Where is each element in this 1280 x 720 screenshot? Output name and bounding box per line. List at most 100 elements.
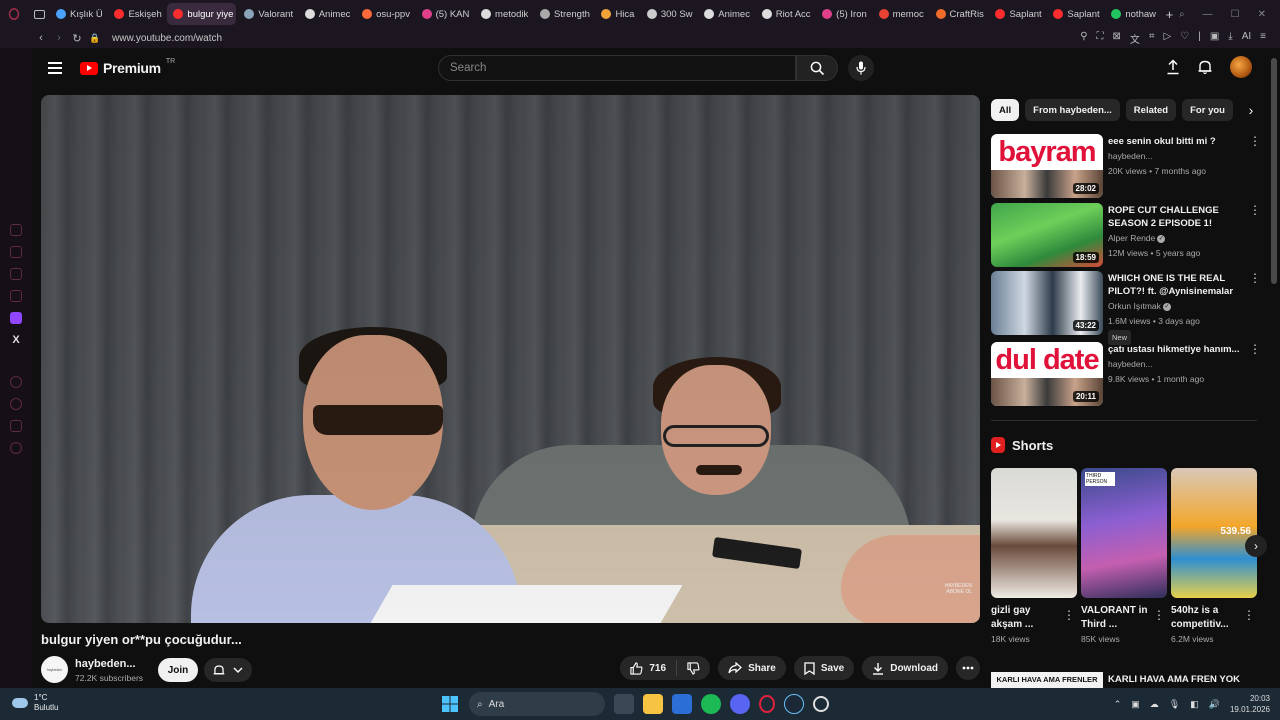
- short-thumbnail[interactable]: 539.56: [1171, 468, 1257, 598]
- save-button[interactable]: Save: [793, 656, 855, 680]
- volume-icon[interactable]: 🔊: [1209, 699, 1220, 710]
- close-icon[interactable]: ✕: [1258, 9, 1266, 20]
- download-button[interactable]: Download: [862, 656, 948, 680]
- short-item[interactable]: gizli gay akşam ... 18K views ⋮: [991, 468, 1077, 644]
- thumbnail-text[interactable]: KARLI HAVA AMA FRENLER: [991, 672, 1103, 688]
- chevron-up-icon[interactable]: ⌃: [1114, 699, 1122, 710]
- browser-tab[interactable]: Kışlık Ü: [50, 3, 106, 25]
- browser-tab[interactable]: Riot Acc: [756, 3, 814, 25]
- windows-start-icon[interactable]: [440, 694, 460, 714]
- browser-tab[interactable]: Saplant: [1047, 3, 1103, 25]
- chip-all[interactable]: All: [991, 99, 1020, 121]
- browser-tab[interactable]: 300 Sw: [641, 3, 696, 25]
- recommendation-item[interactable]: 43:22 WHICH ONE IS THE REAL PILOT?! ft. …: [991, 271, 1263, 345]
- chip-related[interactable]: Related: [1125, 99, 1177, 121]
- browser-tab[interactable]: Animec: [299, 3, 354, 25]
- app-icon[interactable]: [813, 696, 829, 712]
- microphone-icon[interactable]: 🎙: [1169, 699, 1180, 710]
- short-thumbnail[interactable]: THIRD PERSON: [1081, 468, 1167, 598]
- microsoft-store-icon[interactable]: [672, 694, 692, 714]
- video-player[interactable]: HAYBEDEN ABONE OL: [41, 95, 980, 623]
- forward-icon[interactable]: ›: [50, 32, 68, 44]
- join-button[interactable]: Join: [158, 658, 198, 682]
- search-button[interactable]: [796, 55, 838, 81]
- sidebar-app-icon[interactable]: [10, 290, 22, 302]
- settings-icon[interactable]: [10, 442, 22, 454]
- browser-tab[interactable]: memoc: [873, 3, 928, 25]
- recommendation-channel[interactable]: Alper Rende ✓: [1108, 232, 1244, 245]
- history-icon[interactable]: [10, 376, 22, 388]
- recommendation-channel[interactable]: haybeden...: [1108, 150, 1244, 163]
- twitch-icon[interactable]: [10, 312, 22, 324]
- browser-tab[interactable]: Strength: [534, 3, 593, 25]
- steam-icon[interactable]: [784, 694, 804, 714]
- browser-tab[interactable]: osu-ppv: [356, 3, 413, 25]
- browser-tab[interactable]: nothaw: [1105, 3, 1159, 25]
- tray-app-icon[interactable]: ☁: [1150, 699, 1159, 710]
- opera-icon[interactable]: [759, 695, 775, 713]
- recommendation-channel[interactable]: Orkun Işıtmak ✓: [1108, 300, 1244, 313]
- browser-tab[interactable]: Eskişeh: [108, 3, 165, 25]
- sidebar-app-icon[interactable]: [10, 246, 22, 258]
- like-button[interactable]: 716: [620, 656, 676, 680]
- tab-overview-icon[interactable]: [29, 0, 50, 28]
- youtube-logo[interactable]: Premium TR: [80, 58, 175, 76]
- weather-widget[interactable]: 1°C Bulutlu: [12, 693, 58, 713]
- snapshot-icon[interactable]: ⛶: [1097, 31, 1104, 46]
- tray-app-icon[interactable]: ▣: [1131, 699, 1140, 710]
- hamburger-menu-icon[interactable]: [48, 62, 62, 74]
- recommendation-item[interactable]: KARLI HAVA AMA FRENLER KARLI HAVA AMA FR…: [991, 672, 1263, 688]
- dislike-button[interactable]: [677, 656, 710, 680]
- clock-icon[interactable]: [10, 398, 22, 410]
- translate-icon[interactable]: 文: [1130, 31, 1140, 46]
- more-vertical-icon[interactable]: ⋮: [1063, 608, 1075, 622]
- minimize-icon[interactable]: —: [1203, 9, 1213, 20]
- more-vertical-icon[interactable]: ⋮: [1243, 608, 1255, 622]
- crop-icon[interactable]: ⌗: [1149, 31, 1155, 46]
- shorts-next-button[interactable]: ›: [1245, 535, 1267, 557]
- menu-icon[interactable]: ≡: [1260, 31, 1266, 46]
- recommendation-channel[interactable]: haybeden...: [1108, 358, 1244, 371]
- video-thumbnail[interactable]: 18:59: [991, 203, 1103, 267]
- sidebar-app-icon[interactable]: [10, 268, 22, 280]
- heart-icon[interactable]: ♡: [1180, 31, 1189, 46]
- chevron-right-icon[interactable]: ›: [1241, 102, 1261, 118]
- browser-tab[interactable]: Animec: [698, 3, 753, 25]
- ai-button[interactable]: AI: [1242, 31, 1251, 46]
- voice-search-button[interactable]: [848, 55, 874, 81]
- browser-tab[interactable]: Hica: [595, 3, 638, 25]
- recommendation-item[interactable]: dul date 20:11 çatı ustası hikmetiye han…: [991, 342, 1263, 406]
- short-item[interactable]: THIRD PERSON VALORANT in Third ... 85K v…: [1081, 468, 1167, 644]
- browser-tab[interactable]: Saplant: [989, 3, 1045, 25]
- browser-tab[interactable]: Valorant: [238, 3, 296, 25]
- more-vertical-icon[interactable]: ⋮: [1249, 343, 1261, 355]
- discord-icon[interactable]: [730, 694, 750, 714]
- chip-for-you[interactable]: For you: [1182, 99, 1233, 121]
- network-icon[interactable]: ◧: [1190, 699, 1199, 710]
- spotify-icon[interactable]: [701, 694, 721, 714]
- vpn-icon[interactable]: ⊠: [1113, 31, 1121, 46]
- clock[interactable]: 20:03 19.01.2026: [1230, 693, 1270, 715]
- extensions-icon[interactable]: [10, 420, 22, 432]
- upload-icon[interactable]: [1166, 59, 1180, 75]
- channel-name[interactable]: haybeden...: [75, 658, 136, 670]
- video-thumbnail[interactable]: dul date 20:11: [991, 342, 1103, 406]
- recommendation-item[interactable]: 18:59 ROPE CUT CHALLENGE SEASON 2 EPISOD…: [991, 203, 1263, 267]
- more-vertical-icon[interactable]: ⋮: [1153, 608, 1165, 622]
- recommendation-item[interactable]: bayram 28:02 eee senin okul bitti mi ? h…: [991, 134, 1263, 198]
- more-vertical-icon[interactable]: ⋮: [1249, 135, 1261, 147]
- reload-icon[interactable]: ↻: [68, 32, 86, 45]
- browser-tab[interactable]: CraftRis: [930, 3, 988, 25]
- scrollbar[interactable]: [1271, 58, 1277, 284]
- new-tab-button[interactable]: +: [1160, 7, 1179, 22]
- browser-tab[interactable]: (5) Iron: [816, 3, 870, 25]
- subscription-bell-button[interactable]: [204, 658, 252, 682]
- video-thumbnail[interactable]: bayram 28:02: [991, 134, 1103, 198]
- back-icon[interactable]: ‹: [32, 32, 50, 44]
- url-field[interactable]: www.youtube.com/watch: [112, 33, 222, 44]
- pin-icon[interactable]: ⚲: [1080, 31, 1087, 46]
- avatar[interactable]: [1230, 56, 1252, 78]
- wallet-icon[interactable]: ▣: [1210, 31, 1219, 46]
- sidebar-app-icon[interactable]: [10, 224, 22, 236]
- opera-logo-icon[interactable]: [0, 0, 29, 28]
